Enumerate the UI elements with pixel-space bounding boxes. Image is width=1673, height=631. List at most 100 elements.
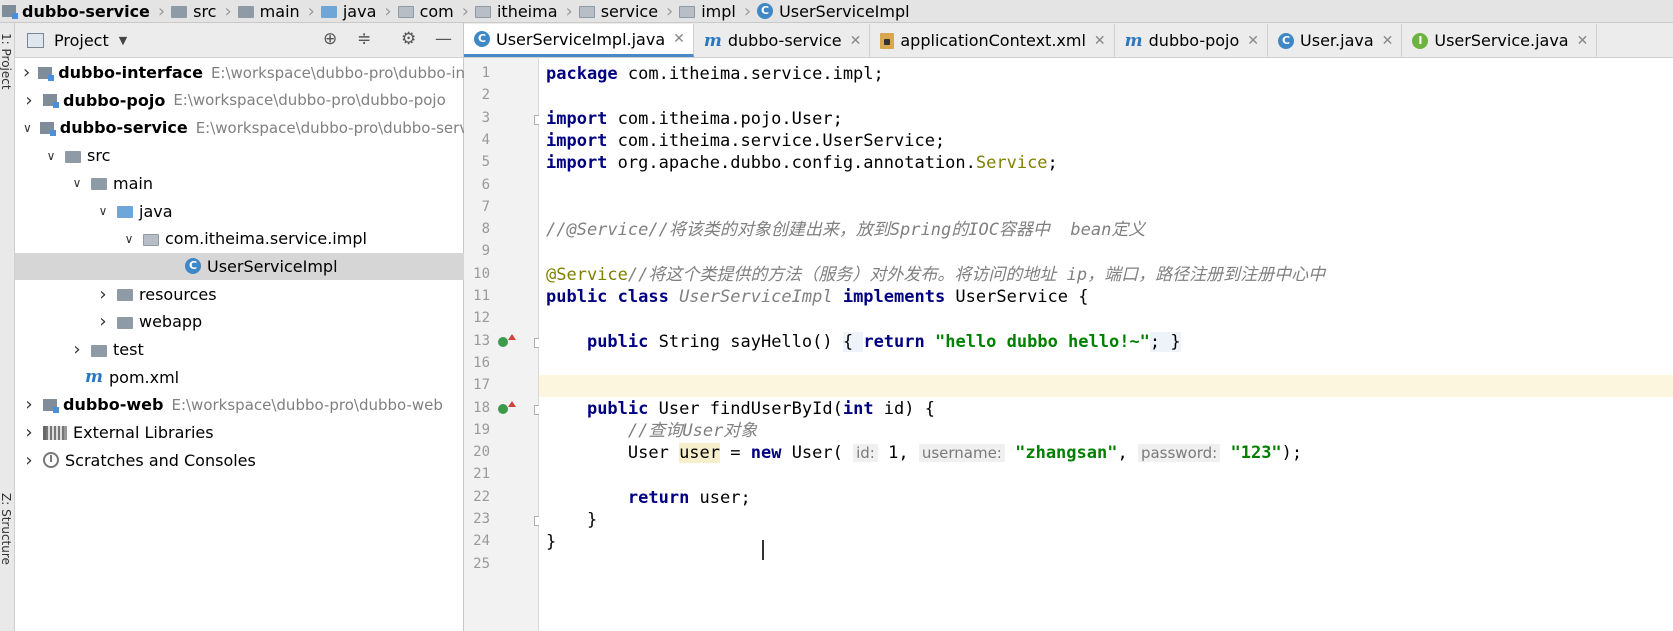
- close-icon[interactable]: ✕: [1094, 33, 1106, 49]
- code-line: import com.itheima.pojo.User;: [539, 108, 1673, 130]
- chevron-right-icon[interactable]: ›: [23, 422, 35, 443]
- editor-tab[interactable]: C UserServiceImpl.java ✕: [464, 24, 694, 57]
- class-icon: C: [1278, 32, 1295, 49]
- breadcrumb-item[interactable]: src ›: [169, 0, 236, 22]
- chevron-down-icon[interactable]: ∨: [23, 121, 32, 135]
- source-folder-icon: [320, 6, 337, 18]
- breadcrumb-item[interactable]: java ›: [319, 0, 396, 22]
- project-tool-tab[interactable]: 1: Project: [0, 33, 13, 90]
- module-icon: [38, 66, 55, 81]
- tree-item-label: com.itheima.service.impl: [165, 229, 367, 249]
- code-token: id:: [853, 444, 878, 463]
- code-token: username:: [918, 444, 1005, 463]
- chevron-right-icon[interactable]: ›: [97, 311, 109, 332]
- breadcrumb-item[interactable]: itheima ›: [473, 0, 577, 22]
- collapse-all-icon[interactable]: ≑: [357, 29, 371, 49]
- chevron-right-icon[interactable]: ›: [23, 62, 30, 83]
- editor-tab[interactable]: C User.java ✕: [1268, 24, 1403, 57]
- editor-tab-label: dubbo-pojo: [1148, 31, 1240, 50]
- breadcrumb-item[interactable]: com ›: [396, 0, 473, 22]
- code-token: ;: [1047, 153, 1058, 174]
- chevron-right-icon[interactable]: ›: [23, 450, 35, 471]
- tree-item-label: dubbo-interface: [58, 63, 203, 82]
- breadcrumb-separator-icon: ›: [307, 0, 315, 22]
- breadcrumb-item[interactable]: impl ›: [677, 0, 755, 22]
- class-icon: C: [185, 258, 201, 275]
- breadcrumb-separator-icon: ›: [666, 0, 674, 22]
- chevron-down-icon[interactable]: ∨: [123, 232, 135, 246]
- package-icon: [397, 6, 414, 18]
- breadcrumb-item[interactable]: main ›: [236, 0, 319, 22]
- tree-item[interactable]: › test: [15, 336, 519, 363]
- structure-tool-tab[interactable]: Z: Structure: [0, 493, 13, 565]
- tree-item-label: dubbo-service: [59, 118, 188, 138]
- breadcrumb-item[interactable]: C UserServiceImpl: [755, 0, 914, 22]
- code-editor[interactable]: package com.itheima.service.impl; import …: [539, 58, 1673, 631]
- tree-item-label: dubbo-pojo: [63, 90, 166, 110]
- editor-tab[interactable]: m dubbo-pojo ✕: [1114, 24, 1269, 57]
- project-panel-title[interactable]: Project: [54, 31, 109, 50]
- code-line: //@Service//将该类的对象创建出来，放到Spring的IOC容器中 b…: [539, 219, 1673, 241]
- line-number: 2: [481, 87, 490, 104]
- resources-folder-icon: [117, 289, 133, 302]
- breadcrumb-label: src: [193, 1, 217, 21]
- tree-item[interactable]: › dubbo-web E:\workspace\dubbo-pro\dubbo-w…: [15, 391, 471, 418]
- code-line: User user = new User( id: 1, username: "…: [539, 442, 1673, 464]
- maven-icon: m: [703, 30, 722, 51]
- code-token: }: [546, 510, 598, 530]
- tree-item-path: E:\workspace\dubbo-pro\dubbo-interface: [210, 63, 471, 82]
- chevron-down-icon[interactable]: ▼: [119, 34, 127, 47]
- close-icon[interactable]: ✕: [1382, 33, 1394, 49]
- breadcrumb-separator-icon: ›: [565, 0, 573, 22]
- tree-item[interactable]: ∨ main: [15, 170, 519, 197]
- tree-item[interactable]: ›mpom.xml: [15, 364, 513, 391]
- line-number: 5: [481, 154, 490, 171]
- tree-item-label: main: [113, 173, 153, 193]
- code-token: package: [546, 64, 628, 84]
- chevron-right-icon[interactable]: ›: [71, 339, 83, 360]
- editor-tab[interactable]: m dubbo-service ✕: [693, 24, 871, 57]
- editor-tab[interactable]: applicationContext.xml ✕: [870, 24, 1115, 57]
- left-tool-stripe: 1: Project Z: Structure: [0, 23, 15, 631]
- line-number: 12: [473, 310, 490, 327]
- tree-item[interactable]: › dubbo-interface E:\workspace\dubbo-pro\d…: [15, 59, 471, 86]
- breadcrumb-label: service: [600, 1, 659, 21]
- line-number: 22: [473, 488, 490, 505]
- tree-item[interactable]: ∨ dubbo-service E:\workspace\dubbo-pro\dub…: [15, 114, 471, 141]
- line-number: 19: [473, 421, 490, 438]
- line-number: 1: [481, 65, 490, 81]
- module-icon: [39, 121, 56, 136]
- tree-item[interactable]: › dubbo-pojo E:\workspace\dubbo-pro\dubbo-…: [15, 87, 471, 114]
- close-icon[interactable]: ✕: [673, 31, 685, 47]
- implements-method-icon[interactable]: [498, 333, 516, 347]
- breadcrumb-item[interactable]: service ›: [577, 0, 678, 22]
- xml-icon: [880, 32, 895, 49]
- code-token: }: [546, 532, 557, 553]
- chevron-right-icon[interactable]: ›: [97, 284, 109, 305]
- tree-item[interactable]: › External Libraries: [15, 419, 471, 446]
- breadcrumb-item[interactable]: dubbo-service ›: [0, 0, 169, 22]
- editor-tab[interactable]: I UserService.java ✕: [1402, 24, 1598, 57]
- chevron-down-icon[interactable]: ∨: [45, 149, 57, 163]
- chevron-down-icon[interactable]: ∨: [97, 204, 109, 218]
- tree-item[interactable]: ∨ src: [15, 142, 493, 169]
- tree-item[interactable]: › Scratches and Consoles: [15, 447, 471, 474]
- chevron-right-icon[interactable]: ›: [23, 394, 35, 415]
- project-panel: Project ▼ ⊕ ≑ ⚙ — › dubbo-interface E:\wor…: [15, 23, 613, 631]
- folder-icon: [237, 6, 254, 18]
- package-icon: [143, 233, 159, 246]
- locate-icon[interactable]: ⊕: [323, 29, 337, 49]
- gear-icon[interactable]: ⚙: [401, 29, 416, 49]
- chevron-down-icon[interactable]: ∨: [71, 176, 83, 190]
- code-line: [539, 375, 1673, 398]
- implements-method-icon[interactable]: [498, 400, 516, 414]
- minimize-icon[interactable]: —: [435, 29, 452, 49]
- close-icon[interactable]: ✕: [1247, 33, 1259, 49]
- close-icon[interactable]: ✕: [850, 33, 862, 49]
- close-icon[interactable]: ✕: [1577, 33, 1589, 49]
- chevron-right-icon[interactable]: ›: [23, 90, 35, 111]
- editor-tab-label: User.java: [1300, 31, 1374, 50]
